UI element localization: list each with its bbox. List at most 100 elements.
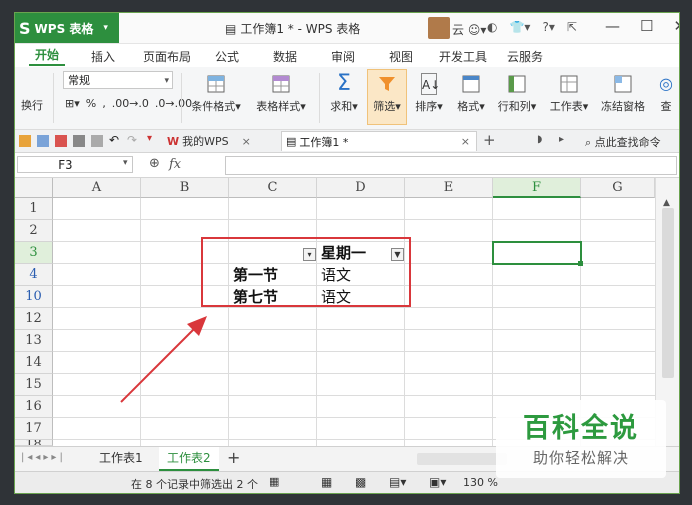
freeze-panes-label: 冻结窗格 [601,100,645,113]
column-header-f[interactable]: F [493,178,581,198]
sheet-nav-arrows-icon[interactable]: |◂◂▸▸| [21,452,66,463]
name-box[interactable]: F3 [17,156,133,173]
row-header[interactable]: 13 [15,330,53,352]
save-icon[interactable] [37,135,49,147]
tab-formula[interactable]: 公式 [215,48,239,65]
ribbon-divider [319,73,320,123]
open-folder-icon[interactable] [19,135,31,147]
currency-format-icon[interactable]: ⊞▾ [65,97,80,110]
print-icon[interactable] [73,135,85,147]
scroll-thumb[interactable] [662,208,674,378]
page-break-view-icon[interactable]: ▤▾ [389,475,406,489]
row-header[interactable]: 2 [15,220,53,242]
wps-app-menu-button[interactable]: S WPS 表格 ▾ [15,13,119,43]
select-all-corner[interactable] [15,178,53,198]
table-style-button[interactable]: 表格样式▾ [251,73,311,114]
freeze-panes-icon [614,75,632,93]
chevron-down-icon[interactable]: ▾ [123,158,128,168]
tab-page-layout[interactable]: 页面布局 [143,48,191,65]
scroll-up-icon[interactable]: ▲ [663,198,670,208]
tab-cloud[interactable]: 云服务 [507,48,543,65]
conditional-format-button[interactable]: 条件格式▾ [185,73,247,114]
close-icon[interactable]: ✕ [673,17,679,35]
close-tab-icon[interactable]: × [461,135,470,148]
redo-icon[interactable]: ↷ [127,133,137,147]
conditional-format-icon [207,75,225,93]
freeze-panes-button[interactable]: 冻结窗格 [597,73,649,114]
restore-up-icon[interactable]: ⇱ [567,20,577,34]
user-name[interactable]: 云 ☺▾ [452,21,486,38]
print-preview-icon[interactable] [91,135,103,147]
skin-icon[interactable]: ◐ [487,20,497,34]
sheet-tab-1[interactable]: 工作表1 [91,447,151,469]
tab-review[interactable]: 审阅 [331,48,355,65]
column-header-d[interactable]: D [317,178,405,198]
worksheet-button[interactable]: 工作表▾ [545,73,593,114]
tab-my-wps-label: 我的WPS [182,135,229,148]
worksheet-label: 工作表 [549,100,583,113]
selected-cell-f3[interactable] [492,241,582,265]
row-header[interactable]: 3 [15,242,53,264]
formula-input[interactable] [225,156,677,175]
tab-view[interactable]: 视图 [389,48,413,65]
user-name-text: 云 [452,23,465,37]
row-header[interactable]: 17 [15,418,53,440]
column-header-a[interactable]: A [53,178,141,198]
column-header-c[interactable]: C [229,178,317,198]
zoom-level[interactable]: 130 % [463,476,498,489]
tab-developer[interactable]: 开发工具 [439,48,487,65]
wrap-text-button[interactable]: 换行 [15,97,49,113]
row-header[interactable]: 10 [15,286,53,308]
export-pdf-icon[interactable] [55,135,67,147]
format-button[interactable]: 格式▾ [451,73,491,114]
help-icon[interactable]: ?▾ [542,20,554,34]
rows-columns-button[interactable]: 行和列▾ [493,73,541,114]
row-header[interactable]: 14 [15,352,53,374]
column-header-b[interactable]: B [141,178,229,198]
undo-icon[interactable]: ↶ [109,133,119,147]
sort-az-icon: A↓ [421,73,440,95]
page-layout-view-icon[interactable]: ▩ [355,475,366,489]
tab-insert[interactable]: 插入 [91,48,115,65]
tab-my-wps[interactable]: W 我的WPS × [167,132,251,150]
normal-view-icon[interactable]: ▦ [321,475,332,489]
zoom-formula-icon[interactable]: ⊕ [149,156,160,171]
watermark-title: 百科全说 [523,413,639,444]
customize-icon[interactable]: ▾ [147,133,152,144]
filter-button[interactable]: 筛选▾ [367,69,407,125]
decrease-decimal-button[interactable]: .00→.0 [112,97,149,110]
sheet-tab-2[interactable]: 工作表2 [159,447,219,471]
table-style-icon [272,75,290,93]
close-tab-icon[interactable]: × [242,135,251,148]
minimize-icon[interactable]: — [605,17,620,35]
new-tab-icon[interactable]: + [483,131,496,149]
row-header[interactable]: 12 [15,308,53,330]
comma-button[interactable]: ‚ [102,97,106,110]
avatar[interactable] [428,17,450,39]
column-header-g[interactable]: G [581,178,655,198]
sum-button[interactable]: Σ 求和▾ [323,73,365,114]
horizontal-scrollbar[interactable] [417,453,507,465]
row-header[interactable]: 15 [15,374,53,396]
add-sheet-icon[interactable]: + [227,448,240,467]
fx-button[interactable]: fx [169,157,181,172]
percent-button[interactable]: % [86,97,96,110]
cloud-sync-icon[interactable]: ◗ [537,134,542,145]
fill-handle[interactable] [578,261,583,266]
row-header[interactable]: 4 [15,264,53,286]
tab-document[interactable]: ▤ 工作簿1 * × [281,131,477,151]
calendar-icon[interactable]: ▦ [269,475,279,488]
number-format-select[interactable]: 常规 [63,71,173,90]
tab-data[interactable]: 数据 [273,48,297,65]
row-header[interactable]: 16 [15,396,53,418]
shirt-icon[interactable]: 👕▾ [509,20,530,34]
sort-button[interactable]: A↓ 排序▾ [409,73,449,114]
row-header[interactable]: 1 [15,198,53,220]
column-header-e[interactable]: E [405,178,493,198]
reading-mode-icon[interactable]: ▣▾ [429,475,446,489]
share-icon[interactable]: ▸ [559,134,564,145]
find-button[interactable]: ◎ 查 [653,73,679,114]
maximize-icon[interactable]: ☐ [640,17,653,35]
command-search[interactable]: ⌕ 点此查找命令 [585,134,661,150]
tab-home[interactable]: 开始 [29,46,66,66]
